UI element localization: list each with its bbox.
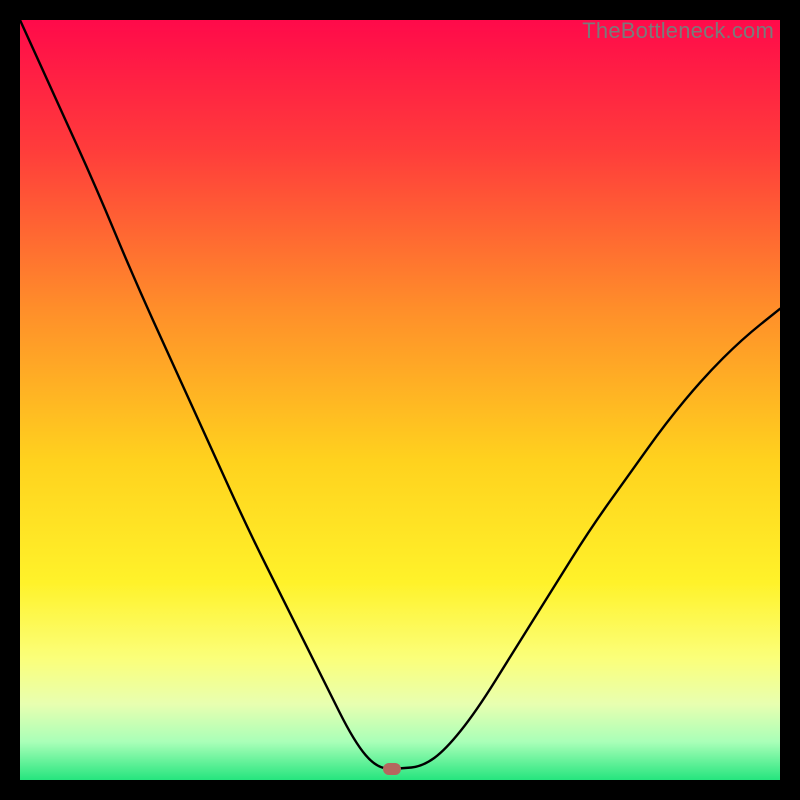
optimum-marker <box>383 763 401 775</box>
bottleneck-curve <box>20 20 780 780</box>
plot-area: TheBottleneck.com <box>20 20 780 780</box>
chart-frame: TheBottleneck.com <box>0 0 800 800</box>
curve-path <box>20 20 780 769</box>
